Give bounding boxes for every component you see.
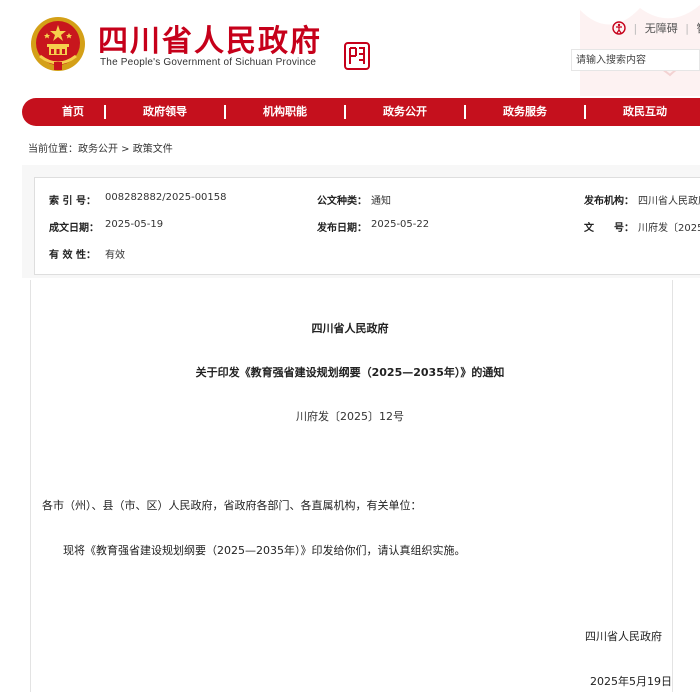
background-decoration: [580, 5, 700, 96]
nav-separator: [584, 105, 586, 119]
doc-number-value: 川府发〔2025: [638, 223, 700, 234]
breadcrumb-prefix: 当前位置：: [28, 144, 78, 155]
validity-label: 有 效 性：: [49, 250, 96, 261]
document-issuer: 四川省人民政府: [311, 322, 389, 335]
metadata-panel: 索 引 号： 008282882/2025-00158 公文种类： 通知 发布机…: [22, 165, 700, 278]
created-date-value: 2025-05-19: [105, 219, 164, 230]
accessibility-link[interactable]: 无障碍: [645, 22, 678, 35]
document-recipients: 各市（州）、县（市、区）人民政府，省政府各部门、各直属机构，有关单位：: [42, 499, 422, 512]
link-separator: |: [685, 22, 689, 35]
document-number: 川府发〔2025〕12号: [296, 410, 404, 423]
site-header: 四川省人民政府 The People's Government of Sichu…: [0, 0, 700, 96]
top-links: | 无障碍 | 智: [612, 20, 700, 36]
accessibility-icon[interactable]: [612, 21, 626, 35]
nav-item-functions[interactable]: 机构职能: [263, 98, 307, 126]
nav-item-services[interactable]: 政务服务: [503, 98, 547, 126]
document-title: 关于印发《教育强省建设规划纲要（2025—2035年）》的通知: [195, 366, 505, 379]
publisher-value: 四川省人民政府: [638, 196, 700, 207]
published-date-label: 发布日期：: [317, 223, 367, 234]
nav-separator: [224, 105, 226, 119]
nav-item-interaction[interactable]: 政民互动: [623, 98, 667, 126]
nav-separator: [464, 105, 466, 119]
doc-number-label: 文 号：: [584, 223, 634, 234]
link-separator: |: [633, 22, 638, 35]
nav-separator: [104, 105, 106, 119]
nav-separator: [344, 105, 346, 119]
smart-link[interactable]: 智: [696, 22, 700, 35]
site-title[interactable]: 四川省人民政府: [98, 16, 322, 60]
content-border: [30, 280, 31, 692]
nav-item-home[interactable]: 首页: [62, 98, 84, 126]
seal-icon: [344, 42, 370, 70]
signature-date: 2025年5月19日: [590, 675, 672, 688]
nav-item-public-affairs[interactable]: 政务公开: [383, 98, 427, 126]
site-subtitle: The People's Government of Sichuan Provi…: [100, 57, 317, 68]
validity-value: 有效: [105, 250, 125, 261]
metadata-box: 索 引 号： 008282882/2025-00158 公文种类： 通知 发布机…: [34, 177, 700, 275]
document-body: 现将《教育强省建设规划纲要（2025—2035年）》印发给你们，请认真组织实施。: [63, 544, 466, 557]
nav-item-leadership[interactable]: 政府领导: [143, 98, 187, 126]
breadcrumb-path[interactable]: 政务公开 > 政策文件: [78, 144, 173, 155]
category-value: 通知: [371, 196, 391, 207]
search-input[interactable]: [571, 49, 700, 71]
index-label: 索 引 号：: [49, 196, 96, 207]
national-emblem-icon: [31, 17, 85, 71]
signature-org: 四川省人民政府: [585, 630, 662, 643]
published-date-value: 2025-05-22: [371, 219, 430, 230]
main-nav: 首页 政府领导 机构职能 政务公开 政务服务 政民互动: [22, 98, 700, 126]
category-label: 公文种类：: [317, 196, 367, 207]
breadcrumb: 当前位置：政务公开 > 政策文件: [28, 140, 173, 155]
index-value: 008282882/2025-00158: [105, 192, 227, 203]
created-date-label: 成文日期：: [49, 223, 99, 234]
content-border: [672, 280, 673, 692]
publisher-label: 发布机构：: [584, 196, 634, 207]
